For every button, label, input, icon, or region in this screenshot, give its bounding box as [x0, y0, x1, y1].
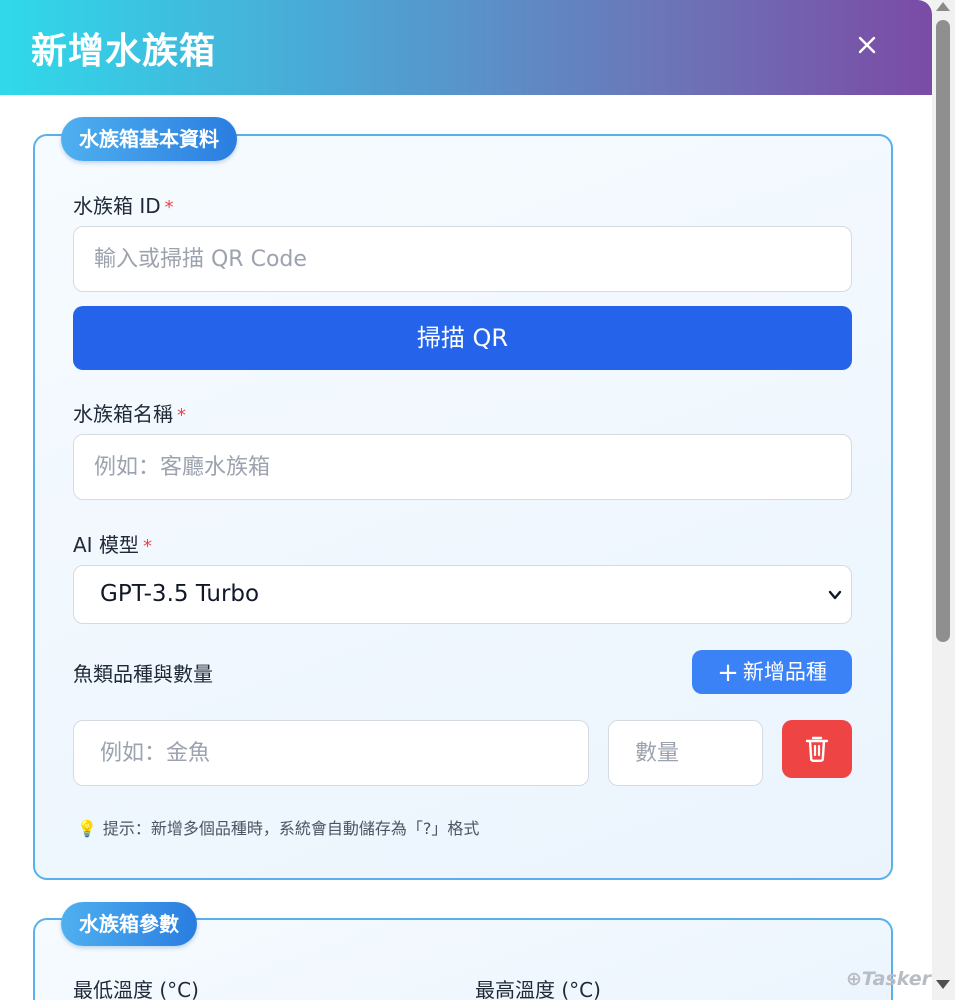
- chevron-down-icon: [828, 590, 842, 600]
- delete-species-button[interactable]: [782, 720, 852, 778]
- hint-text: 💡 提示：新增多個品種時，系統會自動儲存為「?」格式: [77, 815, 479, 839]
- tank-name-label: 水族箱名稱 *: [73, 398, 186, 427]
- vertical-scrollbar[interactable]: [932, 0, 955, 1000]
- watermark-text: Tasker: [861, 968, 931, 990]
- add-aquarium-modal: 新增水族箱 水族箱基本資料 水族箱 ID* 掃描 QR 水族箱名稱* AI 模型…: [0, 0, 932, 1000]
- tasker-watermark: ⊕Tasker: [846, 968, 931, 990]
- tank-id-label-text: 水族箱 ID: [73, 194, 161, 218]
- ai-model-label: AI 模型 *: [73, 529, 152, 558]
- ai-model-selected-value: GPT-3.5 Turbo: [100, 581, 260, 607]
- tank-id-label: 水族箱 ID *: [73, 190, 174, 219]
- scan-qr-button[interactable]: 掃描 QR: [73, 306, 852, 370]
- add-species-button[interactable]: + 新增品種: [692, 650, 852, 694]
- fish-species-label: 魚類品種與數量: [73, 662, 213, 686]
- ai-model-label-text: AI 模型: [73, 533, 139, 557]
- add-species-label: 新增品種: [742, 660, 827, 684]
- min-temp-label: 最低溫度 (°C): [73, 978, 199, 1000]
- ai-model-select[interactable]: GPT-3.5 Turbo: [73, 565, 852, 624]
- scroll-up-arrow-icon[interactable]: [936, 2, 950, 11]
- trash-icon: [805, 736, 829, 762]
- tank-name-label-text: 水族箱名稱: [73, 402, 173, 426]
- parameters-legend: 水族箱參數: [61, 902, 197, 946]
- tank-id-input[interactable]: [73, 226, 852, 292]
- lightbulb-icon: 💡: [77, 819, 97, 838]
- modal-title: 新增水族箱: [31, 31, 217, 72]
- close-button[interactable]: [850, 28, 884, 62]
- plus-icon: +: [717, 658, 739, 688]
- required-mark: *: [142, 536, 152, 557]
- modal-header: 新增水族箱: [0, 0, 932, 95]
- basic-info-legend: 水族箱基本資料: [61, 117, 237, 161]
- scroll-down-arrow-icon[interactable]: [936, 980, 950, 989]
- max-temp-label: 最高溫度 (°C): [475, 978, 601, 1000]
- required-mark: *: [177, 405, 186, 426]
- close-icon: [858, 36, 876, 54]
- quantity-input[interactable]: [608, 720, 763, 786]
- scrollbar-thumb[interactable]: [936, 20, 950, 642]
- hint-message: 提示：新增多個品種時，系統會自動儲存為「?」格式: [102, 819, 480, 838]
- required-mark: *: [164, 197, 174, 218]
- species-input[interactable]: [73, 720, 589, 786]
- tank-name-input[interactable]: [73, 434, 852, 500]
